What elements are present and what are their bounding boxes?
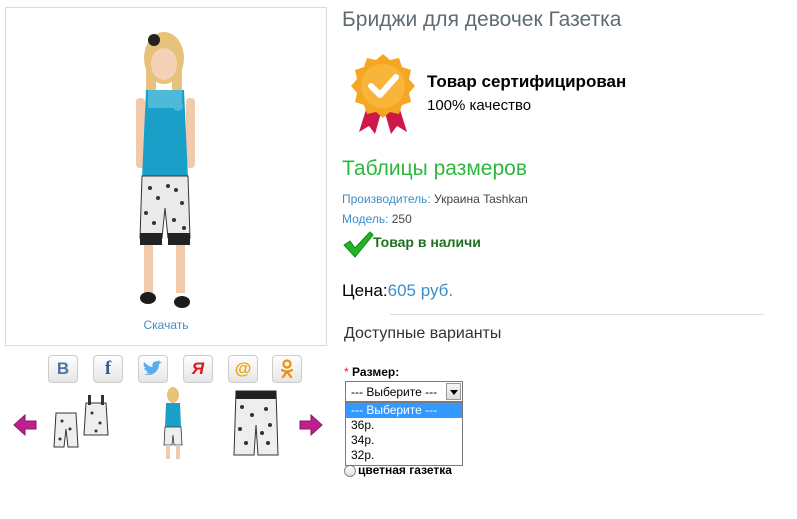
required-mark: * (344, 365, 349, 379)
size-option-placeholder[interactable]: --- Выберите --- (346, 403, 462, 418)
thumbnail-2[interactable] (143, 385, 203, 463)
social-share-bar: B f Я @ (0, 355, 330, 383)
divider (390, 314, 764, 315)
size-select[interactable]: --- Выберите --- (345, 381, 463, 402)
mail-ru-icon[interactable]: @ (228, 355, 258, 383)
stock-label: Товар в наличи (373, 234, 481, 250)
price: Цена:605 руб. (342, 281, 453, 301)
size-option-32[interactable]: 32р. (346, 448, 462, 463)
thumbnail-carousel (0, 385, 330, 465)
model-info: Модель: 250 (342, 212, 412, 226)
size-option-34[interactable]: 34р. (346, 433, 462, 448)
manufacturer-info: Производитель: Украина Tashkan (342, 192, 528, 206)
download-link[interactable]: Скачать (6, 318, 326, 332)
size-table-link[interactable]: Таблицы размеров (342, 157, 527, 181)
twitter-icon[interactable] (138, 355, 168, 383)
product-main-image[interactable]: Скачать (5, 7, 327, 346)
model-label: Модель: (342, 212, 389, 226)
thumbnail-1[interactable] (52, 385, 112, 463)
chevron-down-icon[interactable] (446, 383, 461, 400)
thumbnail-3[interactable] (226, 385, 286, 463)
vk-icon[interactable]: B (48, 355, 78, 383)
yandex-icon[interactable]: Я (183, 355, 213, 383)
odnoklassniki-icon[interactable] (272, 355, 302, 383)
size-option-36[interactable]: 36р. (346, 418, 462, 433)
certificate-subtitle: 100% качество (427, 97, 532, 114)
size-option-label: * Размер: (344, 365, 399, 379)
manufacturer-label[interactable]: Производитель: (342, 192, 431, 206)
product-title: Бриджи для девочек Газетка (342, 8, 622, 31)
size-label-text: Размер: (352, 365, 400, 379)
facebook-icon[interactable]: f (93, 355, 123, 383)
size-select-value: --- Выберите --- (351, 385, 438, 399)
certificate-badge-icon (351, 54, 415, 134)
certificate-title: Товар сертифицирован (427, 72, 627, 91)
price-label: Цена: (342, 281, 388, 300)
checkmark-icon (343, 231, 374, 258)
product-photo (136, 32, 195, 308)
variants-heading: Доступные варианты (344, 325, 502, 342)
arrow-right-icon[interactable] (298, 413, 324, 437)
arrow-left-icon[interactable] (12, 413, 38, 437)
model-value: 250 (391, 212, 412, 226)
price-value: 605 руб. (387, 281, 454, 300)
manufacturer-value: Украина Tashkan (434, 192, 528, 206)
size-dropdown-list: --- Выберите --- 36р. 34р. 32р. (345, 402, 463, 466)
color-radio[interactable] (344, 465, 356, 477)
